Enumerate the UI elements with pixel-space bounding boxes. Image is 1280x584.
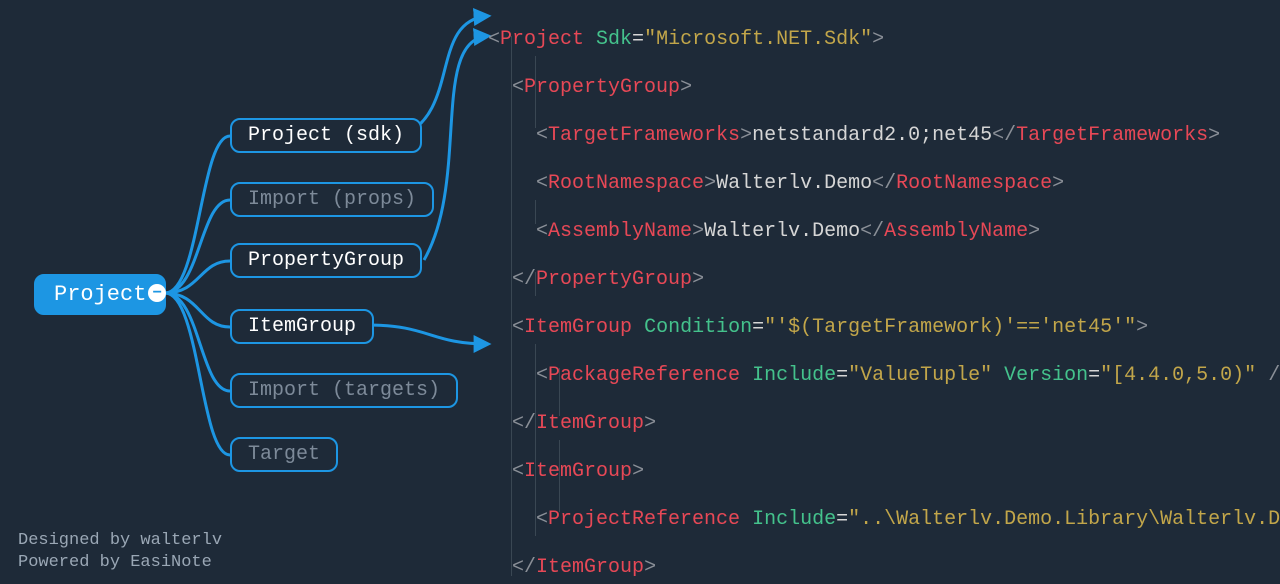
- footer-line-2: Powered by EasiNote: [18, 552, 222, 574]
- mindmap-node-project-sdk[interactable]: Project (sdk): [230, 118, 422, 153]
- mindmap-node-itemgroup[interactable]: ItemGroup: [230, 309, 374, 344]
- mindmap-root-project[interactable]: Project: [34, 274, 166, 315]
- mindmap-node-import-props[interactable]: Import (props): [230, 182, 434, 217]
- footer-line-1: Designed by walterlv: [18, 530, 222, 552]
- mindmap-node-target[interactable]: Target: [230, 437, 338, 472]
- mindmap-node-propertygroup[interactable]: PropertyGroup: [230, 243, 422, 278]
- footer-credits: Designed by walterlv Powered by EasiNote: [18, 530, 222, 574]
- xml-code-block: <Project Sdk="Microsoft.NET.Sdk"> <Prope…: [488, 4, 1280, 584]
- root-label: Project: [54, 282, 146, 307]
- mindmap-node-import-targets[interactable]: Import (targets): [230, 373, 458, 408]
- collapse-icon[interactable]: −: [148, 284, 166, 302]
